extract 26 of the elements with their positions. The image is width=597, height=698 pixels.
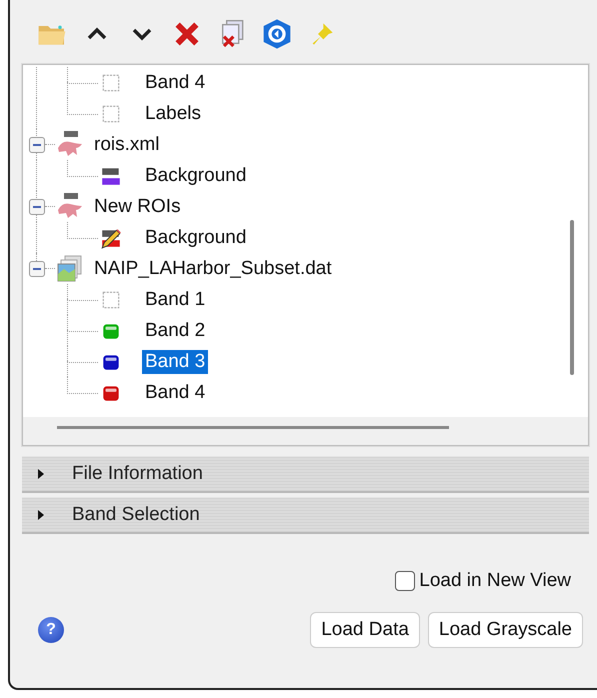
tree-item[interactable]: rois.xml xyxy=(91,132,162,156)
load-in-new-view-checkbox[interactable]: Load in New View xyxy=(395,570,571,592)
tree-item[interactable]: New ROIs xyxy=(91,194,184,218)
tree-item[interactable]: Labels xyxy=(142,102,204,126)
tree-item[interactable]: Band 2 xyxy=(142,318,208,342)
collapse-toggle[interactable] xyxy=(29,260,45,276)
tree-item[interactable]: Background xyxy=(142,164,250,188)
tree-view[interactable]: Band 4 Labels rois.xml Background New ROIs Background NAIP_LAHarbor_Subset.dat Band 1 Band 2 Band 3 Band 4 xyxy=(22,64,589,446)
load-button[interactable]: Load Grayscale xyxy=(428,612,583,648)
section-header[interactable]: Band Selection xyxy=(22,497,589,534)
expand-arrow-icon xyxy=(36,468,46,480)
tree-item[interactable]: Background xyxy=(142,226,250,250)
refresh-icon[interactable] xyxy=(261,18,293,50)
collapse-toggle[interactable] xyxy=(29,198,45,214)
scrollbar-thumb[interactable] xyxy=(57,426,449,429)
section-header[interactable]: File Information xyxy=(22,456,589,493)
tree-item[interactable]: Band 3 xyxy=(142,350,208,374)
scrollbar-thumb[interactable] xyxy=(570,220,574,375)
tree-item[interactable]: Band 1 xyxy=(142,288,208,312)
tree-item[interactable]: Band 4 xyxy=(142,70,208,94)
expand-arrow-icon xyxy=(36,509,46,521)
tree-item[interactable]: NAIP_LAHarbor_Subset.dat xyxy=(91,256,335,280)
load-button[interactable]: Load Data xyxy=(310,612,420,648)
tree-item[interactable]: Band 4 xyxy=(142,380,208,404)
collapse-toggle[interactable] xyxy=(29,136,45,152)
help-icon[interactable]: ? xyxy=(38,617,64,643)
